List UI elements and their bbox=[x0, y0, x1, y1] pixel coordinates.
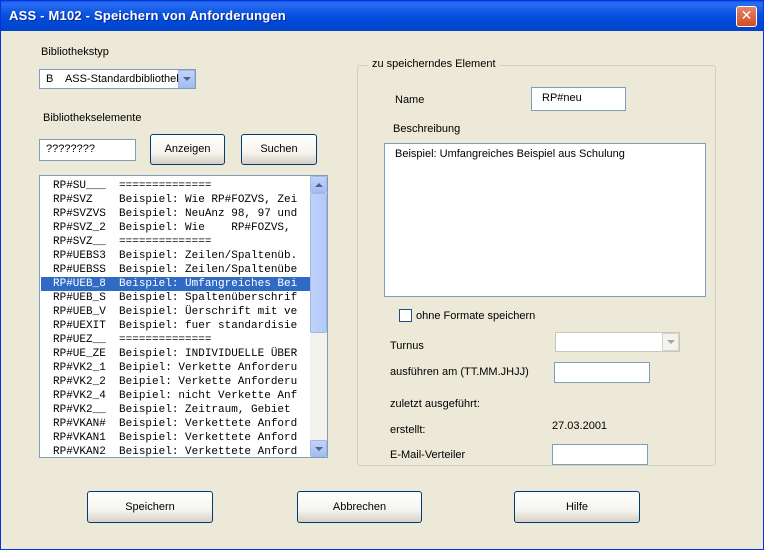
bibliothekstyp-select[interactable]: B ASS-Standardbibliothek bbox=[39, 69, 196, 89]
turnus-label: Turnus bbox=[390, 340, 424, 352]
chevron-down-icon bbox=[666, 340, 675, 344]
list-item[interactable]: RP#SVZ_2 Beispiel: Wie RP#FOZVS, bbox=[41, 221, 311, 235]
list-item[interactable]: RP#UEXIT Beispiel: fuer standardisie bbox=[41, 319, 311, 333]
list-item[interactable]: RP#SVZ__ ============== bbox=[41, 235, 311, 249]
abbrechen-button[interactable]: Abbrechen bbox=[297, 491, 422, 523]
list-item[interactable]: RP#VK2_4 Beipiel: nicht Verkette Anf bbox=[41, 389, 311, 403]
list-item[interactable]: RP#VK2_1 Beipiel: Verkette Anforderu bbox=[41, 361, 311, 375]
title-bar: ASS - M102 - Speichern von Anforderungen… bbox=[1, 1, 763, 31]
arrow-up-icon bbox=[314, 182, 323, 187]
suchen-button[interactable]: Suchen bbox=[241, 134, 317, 165]
close-button[interactable]: ✕ bbox=[736, 6, 757, 27]
bibliothekstyp-label: Bibliothekstyp bbox=[41, 46, 109, 58]
element-group-label: zu speicherndes Element bbox=[368, 58, 500, 70]
scroll-up-button[interactable] bbox=[310, 176, 327, 193]
list-item[interactable]: RP#VK2_2 Beipiel: Verkette Anforderu bbox=[41, 375, 311, 389]
list-item[interactable]: RP#VK2__ Beispiel: Zeitraum, Gebiet bbox=[41, 403, 311, 417]
speichern-button[interactable]: Speichern bbox=[87, 491, 213, 523]
ohne-formate-label: ohne Formate speichern bbox=[416, 310, 536, 322]
list-item[interactable]: RP#VKAN2 Beispiel: Verkettete Anford bbox=[41, 445, 311, 457]
anzeigen-button[interactable]: Anzeigen bbox=[150, 134, 225, 165]
bibliothekselemente-list[interactable]: RP#SU___ ============== RP#SVZ Beispiel: … bbox=[39, 175, 328, 458]
bibliothekstyp-code: B bbox=[46, 73, 54, 85]
list-scrollbar[interactable] bbox=[310, 176, 327, 457]
erstellt-value: 27.03.2001 bbox=[552, 420, 608, 432]
list-item[interactable]: RP#UEBSS Beispiel: Zeilen/Spaltenübe bbox=[41, 263, 311, 277]
name-label: Name bbox=[395, 94, 425, 106]
list-item[interactable]: RP#UE_ZE Beispiel: INDIVIDUELLE ÜBER bbox=[41, 347, 311, 361]
scroll-thumb[interactable] bbox=[310, 193, 327, 333]
arrow-down-icon bbox=[314, 446, 323, 451]
dialog-window: ASS - M102 - Speichern von Anforderungen… bbox=[0, 0, 764, 550]
turnus-dropdown-button[interactable] bbox=[662, 333, 679, 351]
scroll-down-button[interactable] bbox=[310, 440, 327, 457]
bibliothekstyp-dropdown-button[interactable] bbox=[178, 70, 195, 88]
name-input[interactable]: RP#neu bbox=[531, 87, 626, 111]
window-title: ASS - M102 - Speichern von Anforderungen bbox=[9, 8, 286, 23]
close-icon: ✕ bbox=[740, 8, 753, 24]
zuletzt-label: zuletzt ausgeführt: bbox=[390, 398, 480, 410]
list-item[interactable]: RP#UEB_S Beispiel: Spaltenüberschrif bbox=[41, 291, 311, 305]
chevron-down-icon bbox=[182, 77, 191, 81]
list-item[interactable]: RP#UEBS3 Beispiel: Zeilen/Spaltenüb. bbox=[41, 249, 311, 263]
ausfuehren-input[interactable] bbox=[554, 362, 650, 383]
list-item[interactable]: RP#UEB_8 Beispiel: Umfangreiches Bei bbox=[41, 277, 311, 291]
ausfuehren-label: ausführen am (TT.MM.JHJJ) bbox=[390, 366, 529, 378]
bibliothekstyp-value: ASS-Standardbibliothek bbox=[64, 73, 182, 85]
email-label: E-Mail-Verteiler bbox=[390, 449, 466, 461]
beschreibung-textarea[interactable]: Beispiel: Umfangreiches Beispiel aus Sch… bbox=[384, 143, 706, 297]
list-item[interactable]: RP#SVZVS Beispiel: NeuAnz 98, 97 und bbox=[41, 207, 311, 221]
list-item[interactable]: RP#SU___ ============== bbox=[41, 179, 311, 193]
list-item[interactable]: RP#UEZ__ ============== bbox=[41, 333, 311, 347]
email-input[interactable] bbox=[552, 444, 648, 465]
search-input[interactable]: ???????? bbox=[39, 139, 136, 161]
hilfe-button[interactable]: Hilfe bbox=[514, 491, 640, 523]
list-item[interactable]: RP#UEB_V Beispiel: Üerschrift mit ve bbox=[41, 305, 311, 319]
ohne-formate-checkbox[interactable] bbox=[399, 309, 412, 322]
list-item[interactable]: RP#VKAN1 Beispiel: Verkettete Anford bbox=[41, 431, 311, 445]
beschreibung-label: Beschreibung bbox=[393, 123, 461, 135]
list-item[interactable]: RP#SVZ Beispiel: Wie RP#FOZVS, Zei bbox=[41, 193, 311, 207]
list-item[interactable]: RP#VKAN# Beispiel: Verkettete Anford bbox=[41, 417, 311, 431]
bibliothekselemente-label: Bibliothekselemente bbox=[43, 112, 142, 124]
erstellt-label: erstellt: bbox=[390, 424, 426, 436]
